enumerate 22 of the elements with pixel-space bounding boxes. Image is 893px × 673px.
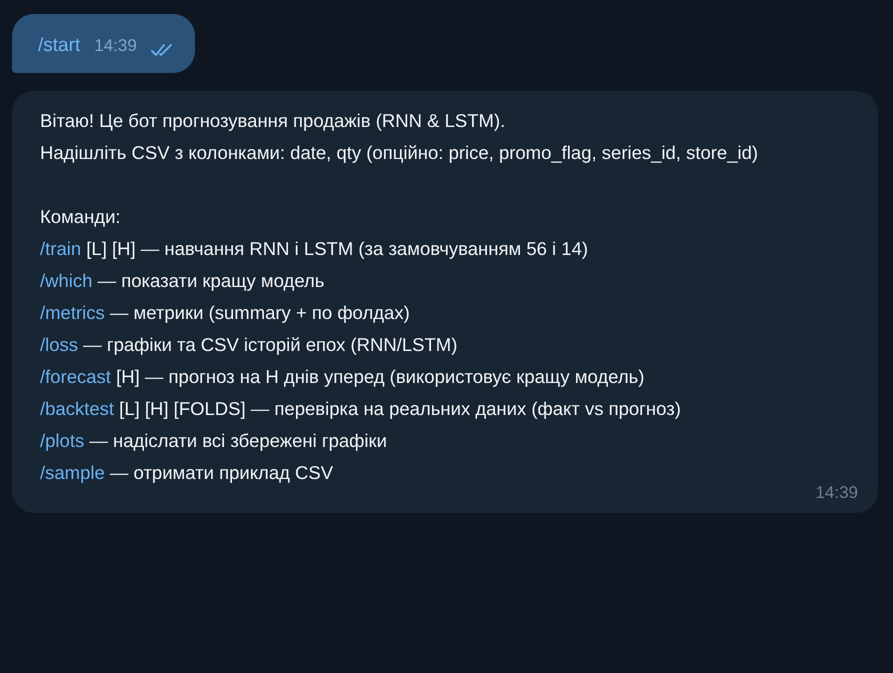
command-line: /metrics — метрики (summary + по фолдах) [40,300,411,325]
command-link[interactable]: /metrics [40,302,105,322]
message-text: Надішліть CSV з колонками: date, qty (опційно: price, promo_flag, series_id, store_id) [40,140,760,165]
message-time: 14:39 [815,482,858,502]
command-link[interactable]: /loss [40,334,78,354]
message-time: 14:39 [94,35,137,57]
command-link[interactable]: /sample [40,462,105,482]
command-line: /plots — надіслати всі збережені графіки [40,428,388,453]
command-link[interactable]: /backtest [40,398,114,418]
command-line: /which — показати кращу модель [40,268,326,293]
command-line: /sample — отримати приклад CSV [40,460,334,485]
command-line: /backtest [L] [H] [FOLDS] — перевірка на реальних даних (факт vs прогноз) [40,396,682,421]
command-link[interactable]: /which [40,270,92,290]
command-link[interactable]: /plots [40,430,84,450]
message-text: Команди: [40,204,122,229]
command-link[interactable]: /train [40,238,82,258]
message-text: Вітаю! Це бот прогнозування продажів (RNN & LSTM). [40,108,506,133]
command-line: /train [L] [H] — навчання RNN і LSTM (за замовчуванням 56 і 14) [40,236,590,261]
command-line: /loss — графіки та CSV історій епох (RNN/LSTM) [40,332,458,357]
message-text: /start [38,34,80,58]
command-line: /forecast [H] — прогноз на H днів уперед (використовує кращу модель) [40,364,646,389]
command-link[interactable]: /forecast [40,366,111,386]
